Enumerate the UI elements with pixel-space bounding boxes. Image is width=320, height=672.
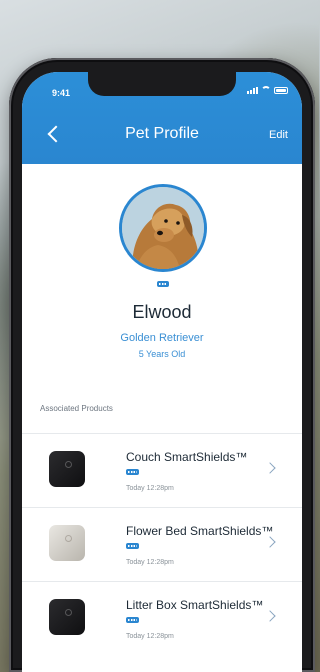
product-name: Couch SmartShields™: [126, 450, 248, 464]
phone-notch: [88, 72, 236, 96]
app-screen: 9:41 Pet Profile Edit Elwood Golden Retr…: [22, 72, 302, 672]
status-time: 9:41: [52, 88, 71, 98]
section-label: Associated Products: [40, 404, 113, 413]
product-thumbnail: [49, 599, 85, 635]
product-row[interactable]: Couch SmartShields™ Today 12:28pm: [22, 433, 302, 507]
chevron-right-icon: [264, 536, 276, 548]
edit-button[interactable]: Edit: [269, 129, 288, 141]
product-row[interactable]: Flower Bed SmartShields™ Today 12:28pm: [22, 507, 302, 581]
pet-name: Elwood: [132, 302, 192, 322]
battery-badge: [157, 281, 169, 287]
chevron-right-icon: [264, 462, 276, 474]
product-thumbnail: [49, 451, 85, 487]
pet-avatar[interactable]: [119, 184, 207, 272]
battery-badge: [126, 543, 139, 549]
product-time: Today 12:28pm: [126, 485, 174, 492]
status-icons: [247, 86, 288, 94]
product-thumbnail: [49, 525, 85, 561]
product-name: Flower Bed SmartShields™: [126, 524, 274, 538]
battery-icon: [274, 87, 288, 94]
pet-age: 5 Years Old: [138, 349, 186, 359]
product-name: Litter Box SmartShields™: [126, 598, 264, 612]
pet-breed: Golden Retriever: [120, 332, 204, 344]
product-time: Today 12:28pm: [126, 633, 174, 640]
product-time: Today 12:28pm: [126, 559, 174, 566]
product-row[interactable]: Litter Box SmartShields™ Today 12:28pm: [22, 581, 302, 655]
chevron-right-icon: [264, 610, 276, 622]
nav-header: 9:41 Pet Profile Edit: [22, 72, 302, 164]
wifi-icon: [261, 86, 271, 94]
page-title: Pet Profile: [125, 125, 199, 142]
battery-badge: [126, 469, 139, 475]
signal-icon: [247, 87, 258, 94]
battery-badge: [126, 617, 139, 623]
